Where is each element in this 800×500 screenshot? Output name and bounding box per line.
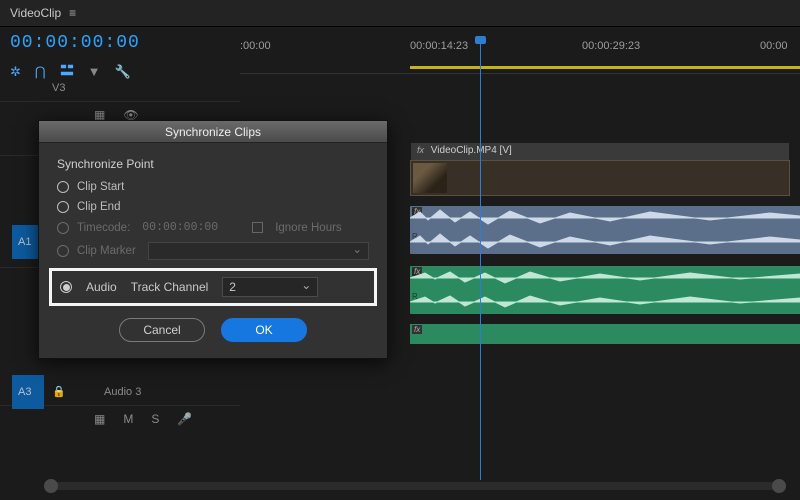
horizontal-zoom-scrollbar[interactable] — [50, 482, 780, 490]
audio-clip-3[interactable]: fx — [410, 324, 800, 344]
track-header-a3[interactable]: 🔒 A3 Audio 3 — [0, 378, 240, 406]
option-label: Timecode: — [77, 222, 130, 234]
waveform-icon — [410, 206, 800, 254]
track-header-v3[interactable]: V3 — [0, 74, 240, 102]
fx-badge[interactable]: fx — [417, 145, 424, 155]
timeline-ruler[interactable]: :00:00 00:00:14:23 00:00:29:23 00:00 — [240, 40, 800, 74]
camera-icon[interactable]: ▦ — [94, 412, 105, 426]
section-label: Synchronize Point — [57, 157, 369, 171]
option-timecode: Timecode: 00:00:00:00 Ignore Hours — [57, 221, 369, 234]
clip-title-bar: fx VideoClip.MP4 [V] — [411, 143, 789, 160]
track-channel-dropdown[interactable]: 2 — [222, 277, 318, 297]
lock-icon[interactable]: 🔒 — [52, 385, 66, 398]
ruler-tick-label: :00:00 — [240, 40, 271, 52]
ok-button[interactable]: OK — [221, 318, 307, 342]
option-audio-highlight: Audio Track Channel 2 — [49, 268, 377, 306]
track-target-label[interactable]: A3 — [18, 386, 31, 398]
zoom-handle-left[interactable] — [44, 479, 58, 493]
timecode-value: 00:00:00:00 — [142, 221, 218, 234]
audio-clip-2[interactable]: fx L R — [410, 266, 800, 314]
work-area-bar[interactable] — [410, 66, 800, 69]
option-label: Audio — [86, 280, 117, 294]
dialog-button-row: Cancel OK — [57, 318, 369, 342]
ruler-tick-label: 00:00:29:23 — [582, 40, 640, 52]
mute-toggle[interactable]: M — [123, 412, 133, 426]
track-channel-label: Track Channel — [131, 280, 209, 294]
video-clip[interactable]: fx VideoClip.MP4 [V] — [410, 160, 790, 196]
option-clip-end[interactable]: Clip End — [57, 201, 369, 213]
fx-badge[interactable]: fx — [412, 325, 422, 334]
solo-toggle[interactable]: S — [151, 412, 159, 426]
radio-icon[interactable] — [57, 201, 69, 213]
zoom-handle-right[interactable] — [772, 479, 786, 493]
audio-toggle-row: ▦ M S 🎤 — [0, 406, 240, 432]
marker-dropdown — [148, 242, 369, 260]
option-clip-marker: Clip Marker — [57, 242, 369, 260]
track-label: V3 — [52, 82, 65, 94]
checkbox-icon — [252, 222, 263, 233]
radio-icon — [57, 245, 69, 257]
option-clip-start[interactable]: Clip Start — [57, 181, 369, 193]
option-label: Clip Start — [77, 181, 124, 193]
radio-icon[interactable] — [57, 181, 69, 193]
radio-icon[interactable] — [60, 281, 72, 293]
waveform-icon — [410, 266, 800, 314]
sequence-panel-header: VideoClip ≡ — [0, 0, 800, 27]
cancel-button[interactable]: Cancel — [119, 318, 205, 342]
clip-title: VideoClip.MP4 [V] — [431, 145, 512, 156]
ruler-tick-label: 00:00:14:23 — [410, 40, 468, 52]
playhead[interactable] — [480, 40, 481, 480]
option-label: Clip End — [77, 201, 120, 213]
track-name: Audio 3 — [104, 386, 141, 398]
option-label: Clip Marker — [77, 245, 136, 257]
track-target-label[interactable]: A1 — [18, 236, 31, 248]
current-timecode[interactable]: 00:00:00:00 — [10, 33, 140, 53]
checkbox-label: Ignore Hours — [275, 222, 341, 234]
clip-thumbnail — [413, 163, 447, 193]
dialog-title: Synchronize Clips — [39, 121, 387, 143]
synchronize-clips-dialog: Synchronize Clips Synchronize Point Clip… — [38, 120, 388, 359]
radio-icon — [57, 222, 69, 234]
mic-icon[interactable]: 🎤 — [177, 412, 192, 426]
audio-clip-1[interactable]: fx L R — [410, 206, 800, 254]
sequence-name: VideoClip — [10, 6, 61, 20]
ruler-tick-label: 00:00 — [760, 40, 788, 52]
dropdown-value: 2 — [229, 280, 236, 294]
panel-menu-icon[interactable]: ≡ — [69, 6, 76, 20]
